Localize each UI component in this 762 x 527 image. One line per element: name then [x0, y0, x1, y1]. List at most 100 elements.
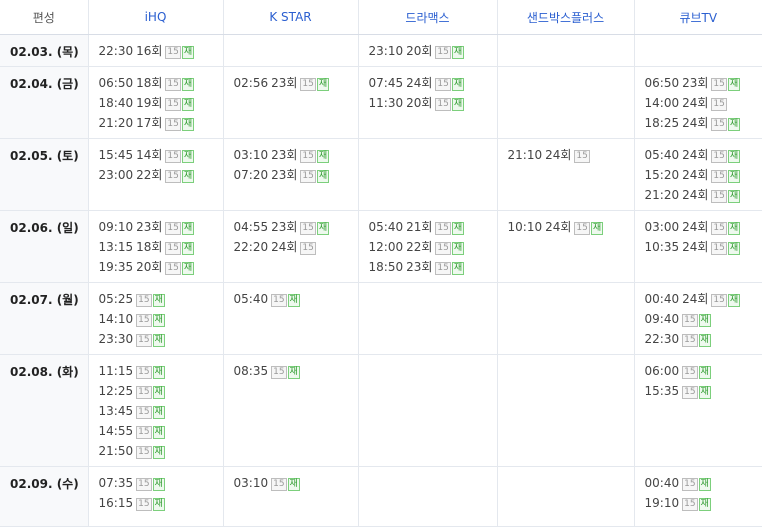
schedule-entry[interactable]: 05:4024회15재: [645, 145, 762, 165]
schedule-entry[interactable]: 06:5023회15재: [645, 73, 762, 93]
age-rating-15-badge: 15: [711, 150, 726, 163]
schedule-entry[interactable]: 15:2024회15재: [645, 165, 762, 185]
schedule-entry[interactable]: 14:5515재: [99, 421, 223, 441]
age-rating-15-badge: 15: [136, 446, 151, 459]
schedule-entry[interactable]: 08:3515재: [234, 361, 358, 381]
rerun-badge: 재: [452, 242, 464, 255]
schedule-cell-dramax: [358, 355, 497, 467]
schedule-entry[interactable]: 22:2024회15: [234, 237, 358, 257]
schedule-entry[interactable]: 18:5023회15재: [369, 257, 497, 277]
episode-number: 23회: [136, 220, 162, 234]
schedule-entry[interactable]: 04:5523회15재: [234, 217, 358, 237]
schedule-entry[interactable]: 21:1024회15: [508, 145, 634, 165]
schedule-cell-cube-tv: 03:0024회15재10:3524회15재: [634, 211, 762, 283]
rerun-badge: 재: [153, 386, 165, 399]
schedule-entry[interactable]: 10:1024회15재: [508, 217, 634, 237]
schedule-entry[interactable]: 07:2023회15재: [234, 165, 358, 185]
episode-number: 23회: [682, 76, 708, 90]
schedule-entry[interactable]: 18:4019회15재: [99, 93, 223, 113]
rerun-badge: 재: [182, 98, 194, 111]
age-rating-15-badge: 15: [165, 170, 180, 183]
schedule-entry[interactable]: 21:5015재: [99, 441, 223, 461]
schedule-entry[interactable]: 19:1015재: [645, 493, 762, 513]
schedule-entry[interactable]: 05:4021회15재: [369, 217, 497, 237]
episode-number: 18회: [136, 240, 162, 254]
schedule-entry[interactable]: 06:0015재: [645, 361, 762, 381]
schedule-entry[interactable]: 12:2515재: [99, 381, 223, 401]
air-time: 12:25: [99, 384, 134, 398]
schedule-entry[interactable]: 15:4514회15재: [99, 145, 223, 165]
schedule-entry[interactable]: 03:1015재: [234, 473, 358, 493]
schedule-header-row: 편성 iHQ K STAR 드라맥스 샌드박스플러스 큐브TV: [0, 0, 762, 35]
rerun-badge: 재: [317, 78, 329, 91]
age-rating-15-badge: 15: [300, 78, 315, 91]
schedule-entry[interactable]: 07:4524회15재: [369, 73, 497, 93]
age-rating-15-badge: 15: [711, 98, 726, 111]
schedule-entry[interactable]: 11:3020회15재: [369, 93, 497, 113]
age-rating-15-badge: 15: [136, 334, 151, 347]
schedule-entry[interactable]: 22:3015재: [645, 329, 762, 349]
schedule-entry[interactable]: 13:4515재: [99, 401, 223, 421]
age-rating-15-badge: 15: [136, 498, 151, 511]
schedule-cell-dramax: [358, 283, 497, 355]
schedule-entry[interactable]: 14:0024회15: [645, 93, 762, 113]
schedule-entry[interactable]: 07:3515재: [99, 473, 223, 493]
age-rating-15-badge: 15: [165, 78, 180, 91]
rerun-badge: 재: [182, 46, 194, 59]
schedule-entry[interactable]: 03:1023회15재: [234, 145, 358, 165]
schedule-entry[interactable]: 00:4024회15재: [645, 289, 762, 309]
schedule-entry[interactable]: 12:0022회15재: [369, 237, 497, 257]
header-channel-sandbox-plus[interactable]: 샌드박스플러스: [497, 0, 634, 35]
schedule-entry[interactable]: 13:1518회15재: [99, 237, 223, 257]
schedule-cell-ihq: 22:3016회15재: [88, 35, 223, 67]
schedule-entry[interactable]: 16:1515재: [99, 493, 223, 513]
air-time: 11:15: [99, 364, 134, 378]
age-rating-15-badge: 15: [711, 78, 726, 91]
schedule-date: 02.07. (월): [0, 283, 88, 355]
schedule-entry[interactable]: 11:1515재: [99, 361, 223, 381]
episode-number: 16회: [136, 44, 162, 58]
header-channel-dramax[interactable]: 드라맥스: [358, 0, 497, 35]
schedule-cell-dramax: 23:1020회15재: [358, 35, 497, 67]
schedule-entry[interactable]: 02:5623회15재: [234, 73, 358, 93]
age-rating-15-badge: 15: [711, 242, 726, 255]
rerun-badge: 재: [452, 222, 464, 235]
age-rating-15-badge: 15: [574, 222, 589, 235]
age-rating-15-badge: 15: [136, 366, 151, 379]
schedule-entry[interactable]: 14:1015재: [99, 309, 223, 329]
schedule-row: 02.05. (토)15:4514회15재23:0022회15재03:1023회…: [0, 139, 762, 211]
schedule-entry[interactable]: 21:2017회15재: [99, 113, 223, 133]
schedule-entry[interactable]: 09:4015재: [645, 309, 762, 329]
schedule-entry[interactable]: 23:0022회15재: [99, 165, 223, 185]
schedule-entry[interactable]: 06:5018회15재: [99, 73, 223, 93]
schedule-entry[interactable]: 00:4015재: [645, 473, 762, 493]
rerun-badge: 재: [153, 446, 165, 459]
schedule-entry[interactable]: 19:3520회15재: [99, 257, 223, 277]
schedule-entry[interactable]: 10:3524회15재: [645, 237, 762, 257]
age-rating-15-badge: 15: [300, 170, 315, 183]
schedule-entry[interactable]: 05:4015재: [234, 289, 358, 309]
schedule-date: 02.08. (화): [0, 355, 88, 467]
air-time: 15:20: [645, 168, 680, 182]
header-channel-cube-tv[interactable]: 큐브TV: [634, 0, 762, 35]
schedule-entry[interactable]: 23:1020회15재: [369, 41, 497, 61]
schedule-entry[interactable]: 15:3515재: [645, 381, 762, 401]
schedule-entry[interactable]: 21:2024회15재: [645, 185, 762, 205]
schedule-entry[interactable]: 22:3016회15재: [99, 41, 223, 61]
rerun-badge: 재: [288, 478, 300, 491]
schedule-entry[interactable]: 03:0024회15재: [645, 217, 762, 237]
air-time: 19:35: [99, 260, 134, 274]
schedule-entry[interactable]: 23:3015재: [99, 329, 223, 349]
episode-number: 21회: [406, 220, 432, 234]
header-channel-kstar[interactable]: K STAR: [223, 0, 358, 35]
rerun-badge: 재: [182, 170, 194, 183]
age-rating-15-badge: 15: [271, 294, 286, 307]
schedule-entry[interactable]: 18:2524회15재: [645, 113, 762, 133]
header-channel-ihq[interactable]: iHQ: [88, 0, 223, 35]
rerun-badge: 재: [153, 334, 165, 347]
schedule-cell-ihq: 05:2515재14:1015재23:3015재: [88, 283, 223, 355]
schedule-entry[interactable]: 05:2515재: [99, 289, 223, 309]
schedule-entry[interactable]: 09:1023회15재: [99, 217, 223, 237]
air-time: 09:40: [645, 312, 680, 326]
air-time: 05:40: [369, 220, 404, 234]
